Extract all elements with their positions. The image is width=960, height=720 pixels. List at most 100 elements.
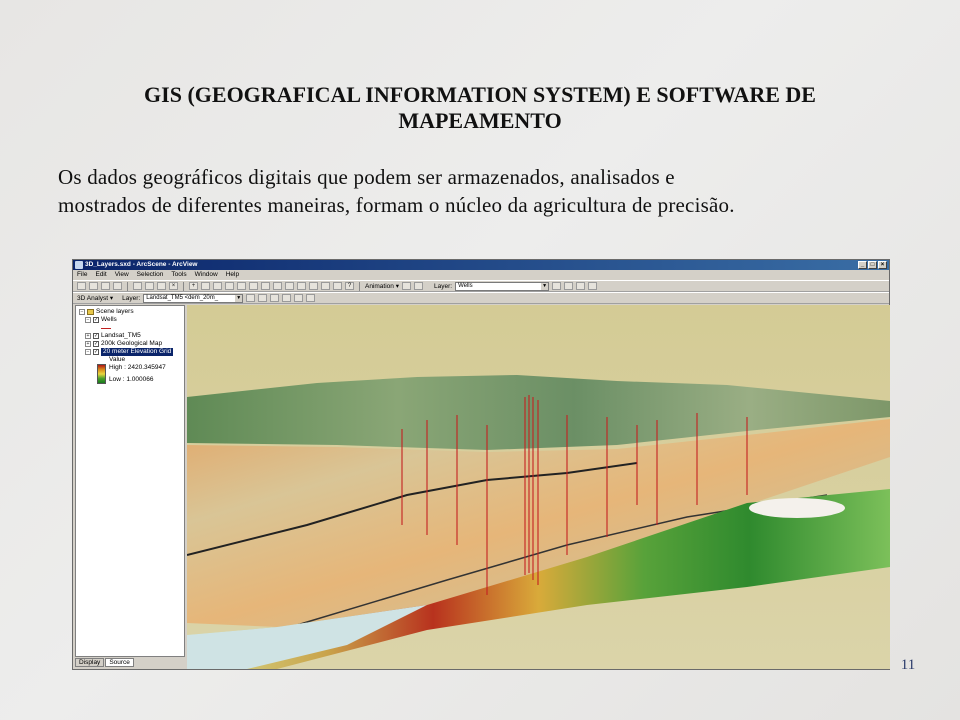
paste-icon[interactable] — [157, 282, 166, 290]
minimize-button[interactable]: _ — [858, 261, 867, 269]
widen-fov-icon[interactable] — [309, 282, 318, 290]
chevron-down-icon: ▼ — [541, 282, 549, 290]
target-icon[interactable] — [333, 282, 342, 290]
arcscene-window: 3D_Layers.sxd - ArcScene - ArcView _ □ ×… — [72, 259, 890, 670]
lighting-icon[interactable] — [588, 282, 598, 290]
help-icon[interactable]: ? — [345, 282, 354, 290]
toc-layer-landsat[interactable]: + ✓ Landsat_TM5 — [79, 332, 181, 340]
toc-root-label: Scene layers — [96, 308, 134, 315]
analyst-layer-label: Layer: — [122, 294, 141, 302]
zoom-out-icon[interactable] — [237, 282, 246, 290]
interpolate-line-icon[interactable] — [294, 294, 304, 302]
pan-icon[interactable] — [249, 282, 258, 290]
line-of-sight-icon[interactable] — [270, 294, 280, 302]
layer-checkbox-elevation[interactable]: ✓ — [93, 349, 99, 355]
analyst-layer-select[interactable]: Landsat_TM5 <dem_20m_ ▼ — [143, 293, 244, 303]
legend-high: High : 2420.345947 — [109, 364, 166, 371]
interpolate-point-icon[interactable] — [306, 294, 316, 302]
maximize-button[interactable]: □ — [868, 261, 877, 269]
tab-source[interactable]: Source — [105, 658, 134, 667]
toc-layer-label: Wells — [101, 316, 117, 323]
legend-title: Value — [109, 356, 126, 363]
slide-title: GIS (GEOGRAFICAL INFORMATION SYSTEM) E S… — [70, 82, 890, 134]
layer-checkbox-wells[interactable]: ✓ — [93, 317, 99, 323]
toc-layer-label: 200k Geological Map — [101, 340, 163, 347]
slide-title-line1: GIS (GEOGRAFICAL INFORMATION SYSTEM) E S… — [144, 82, 816, 107]
layer-checkbox-geological[interactable]: ✓ — [93, 341, 99, 347]
new-document-icon[interactable] — [77, 282, 86, 290]
narrow-fov-icon[interactable] — [297, 282, 306, 290]
slide-body: Os dados geográficos digitais que podem … — [58, 163, 918, 219]
menu-file[interactable]: File — [77, 270, 87, 280]
app-icon — [75, 261, 83, 269]
analyst-layer-value: Landsat_TM5 <dem_20m_ — [146, 294, 219, 301]
toc-layer-geological[interactable]: + ✓ 200k Geological Map — [79, 340, 181, 348]
copy-icon[interactable] — [145, 282, 154, 290]
animation-controls-icon[interactable] — [401, 282, 411, 290]
layer-select[interactable]: Wells ▼ — [455, 281, 550, 291]
expand-icon[interactable]: + — [85, 333, 91, 339]
toc-layer-label: Landsat_TM5 — [101, 332, 141, 339]
profile-graph-icon[interactable] — [282, 294, 292, 302]
standard-toolbar: × + ? Animation ▾ Layer: Wells ▼ — [73, 280, 889, 292]
menu-tools[interactable]: Tools — [171, 270, 186, 280]
layer-select-value: Wells — [458, 282, 473, 289]
identify-icon[interactable] — [285, 282, 294, 290]
toc-legend-title: Value — [79, 356, 181, 364]
window-title: 3D_Layers.sxd - ArcScene - ArcView — [85, 261, 198, 268]
open-folder-icon[interactable] — [89, 282, 98, 290]
select-features-icon[interactable] — [273, 282, 282, 290]
snow-peak — [749, 498, 845, 518]
contour-icon[interactable] — [246, 294, 256, 302]
line-symbol-icon — [101, 327, 111, 329]
toc-tabs: Display Source — [75, 658, 134, 667]
3d-scene-view[interactable] — [187, 305, 890, 669]
menu-view[interactable]: View — [115, 270, 129, 280]
chevron-down-icon: ▼ — [235, 294, 243, 302]
menu-help[interactable]: Help — [226, 270, 239, 280]
globe-icon[interactable] — [321, 282, 330, 290]
collapse-icon[interactable]: − — [79, 309, 85, 315]
menu-window[interactable]: Window — [195, 270, 218, 280]
window-title-bar[interactable]: 3D_Layers.sxd - ArcScene - ArcView _ □ × — [73, 260, 889, 270]
capture-view-icon[interactable] — [413, 282, 423, 290]
delete-icon[interactable]: × — [169, 282, 178, 290]
toc-layer-wells[interactable]: − ✓ Wells — [79, 316, 181, 324]
expand-icon[interactable]: + — [85, 341, 91, 347]
toc-root[interactable]: − Scene layers — [79, 308, 181, 316]
animation-menu[interactable]: Animation ▾ — [365, 282, 399, 290]
print-icon[interactable] — [113, 282, 122, 290]
menu-edit[interactable]: Edit — [95, 270, 106, 280]
tab-display[interactable]: Display — [75, 658, 105, 667]
full-extent-icon[interactable] — [261, 282, 270, 290]
layer-label: Layer: — [433, 282, 453, 290]
save-icon[interactable] — [101, 282, 110, 290]
toc-layer-elevation[interactable]: − ✓ 20 meter Elevation Grid — [79, 348, 181, 356]
zoom-in-icon[interactable] — [225, 282, 234, 290]
legend-block: High : 2420.345947 Low : 1.000066 — [79, 364, 181, 384]
collapse-icon[interactable]: − — [85, 349, 91, 355]
fly-icon[interactable] — [213, 282, 222, 290]
swipe-icon[interactable] — [564, 282, 574, 290]
slide-body-line2: mostrados de diferentes maneiras, formam… — [58, 193, 735, 217]
effects-icon[interactable] — [552, 282, 562, 290]
collapse-icon[interactable]: − — [85, 317, 91, 323]
slide-title-line2: MAPEAMENTO — [398, 108, 562, 133]
elevation-color-ramp — [97, 364, 106, 384]
menu-selection[interactable]: Selection — [137, 270, 164, 280]
navigate-icon[interactable] — [201, 282, 210, 290]
toc-layer-label-selected: 20 meter Elevation Grid — [101, 348, 174, 356]
menu-bar: File Edit View Selection Tools Window He… — [73, 270, 889, 280]
analyst-toolbar: 3D Analyst ▾ Layer: Landsat_TM5 <dem_20m… — [73, 292, 889, 304]
page-number: 11 — [900, 657, 916, 673]
layer-checkbox-landsat[interactable]: ✓ — [93, 333, 99, 339]
3d-analyst-menu[interactable]: 3D Analyst ▾ — [77, 294, 113, 302]
layers-icon — [87, 309, 94, 315]
toc-wells-symbol — [79, 324, 181, 332]
add-data-icon[interactable]: + — [189, 282, 198, 290]
cut-icon[interactable] — [133, 282, 142, 290]
transparency-icon[interactable] — [576, 282, 586, 290]
close-button[interactable]: × — [878, 261, 887, 269]
slide-body-line1: Os dados geográficos digitais que podem … — [58, 165, 675, 189]
steepest-path-icon[interactable] — [258, 294, 268, 302]
